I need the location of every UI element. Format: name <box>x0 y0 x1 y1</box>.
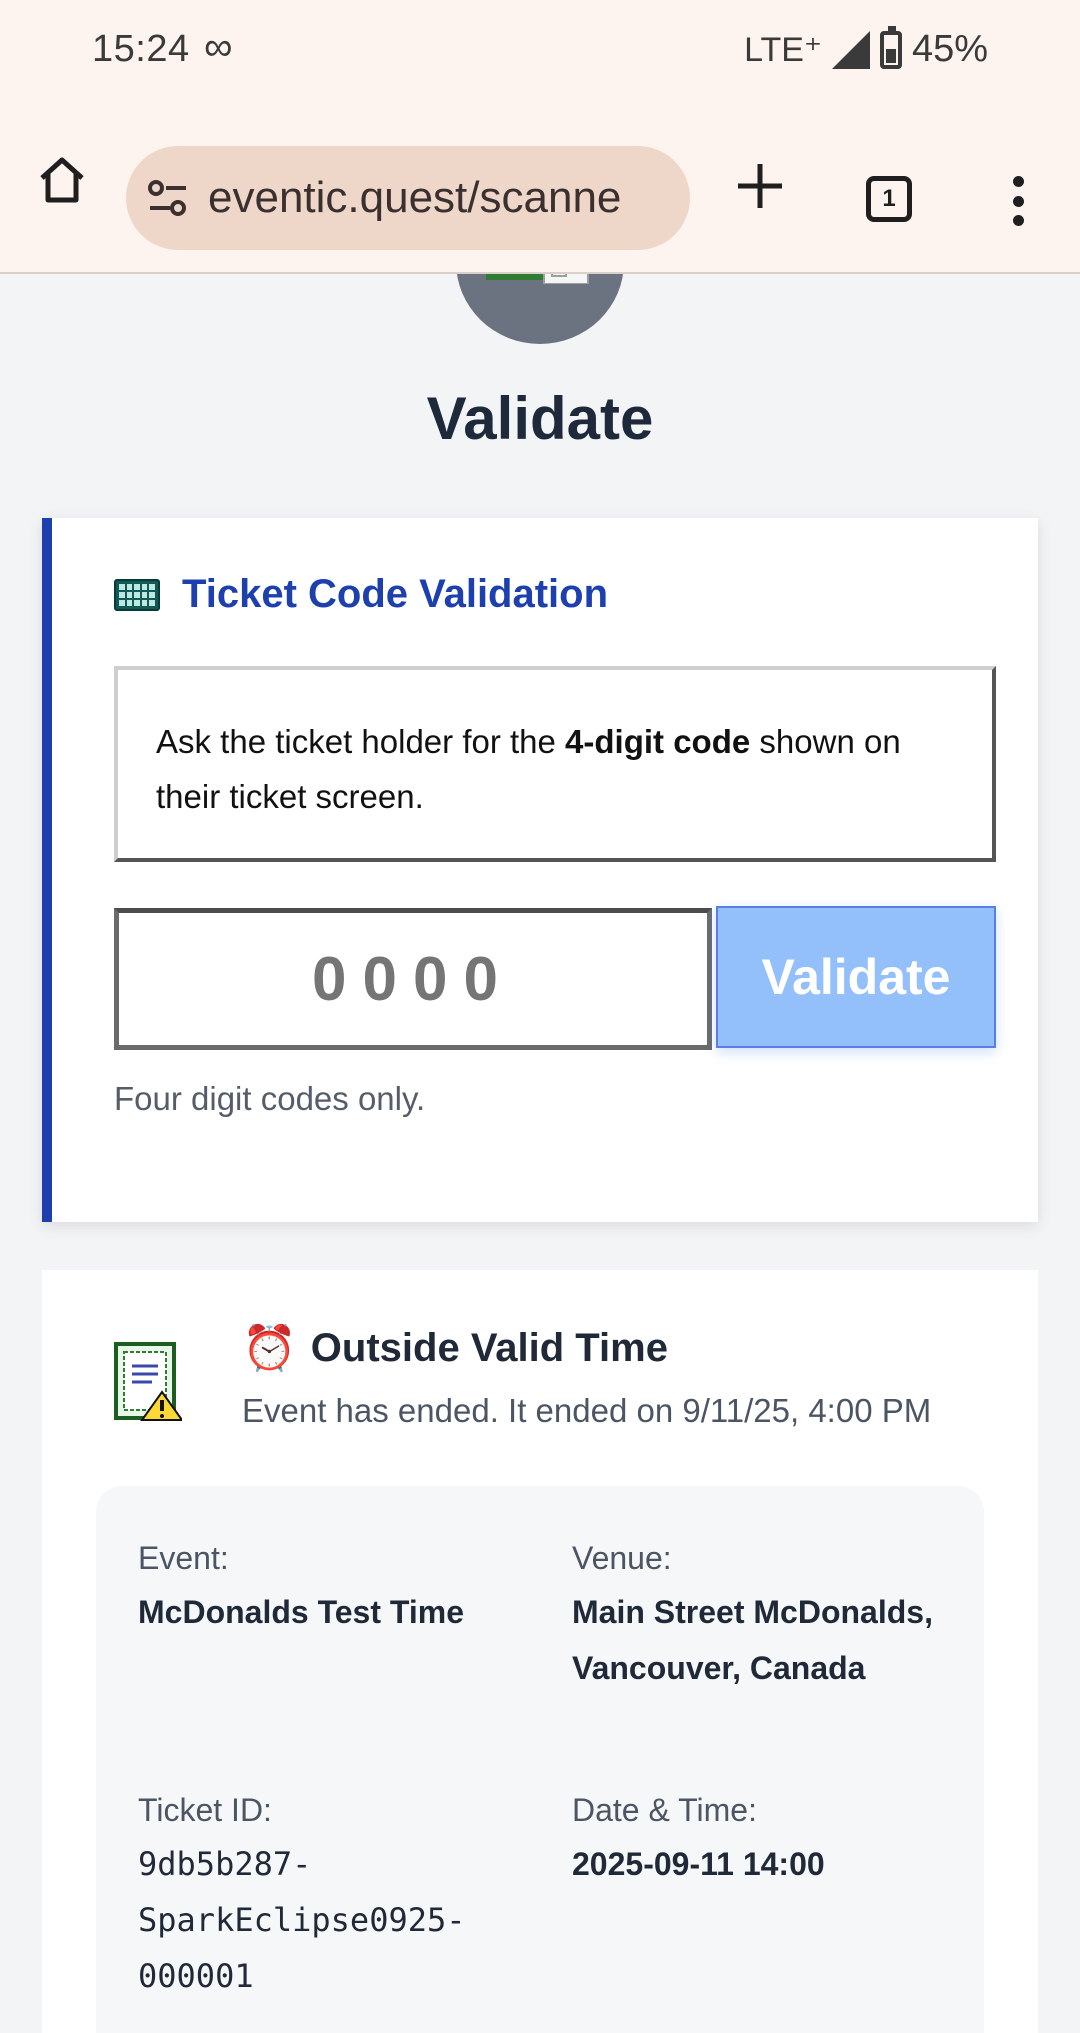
ticket-id-line-2: SparkEclipse0925- <box>138 1901 466 1939</box>
ticket-details-panel: Event: McDonalds Test Time Venue: Main S… <box>96 1486 984 2033</box>
venue-value: Main Street McDonalds, Vancouver, Canada <box>572 1594 933 1686</box>
ticket-code-input[interactable] <box>114 908 712 1050</box>
card-title-text: Ticket Code Validation <box>182 572 609 616</box>
validation-result-card: ⏰ Outside Valid Time Event has ended. It… <box>42 1270 1038 2033</box>
battery-level: 45% <box>911 28 988 70</box>
date-time-value: 2025-09-11 14:00 <box>572 1846 825 1882</box>
alarm-clock-icon: ⏰ <box>242 1324 297 1373</box>
instruction-text: Ask the ticket holder for the <box>156 723 566 760</box>
event-value: McDonalds Test Time <box>138 1594 464 1630</box>
tab-switcher-icon[interactable]: 1 <box>866 176 912 222</box>
ticket-id-value: 9db5b287- SparkEclipse0925- 000001 <box>138 1836 466 2004</box>
card-title: Ticket Code Validation <box>114 572 608 617</box>
keypad-icon <box>114 578 160 611</box>
venue-label: Venue: <box>572 1540 672 1576</box>
add-tab-icon[interactable] <box>734 160 786 212</box>
status-title: ⏰ Outside Valid Time <box>242 1322 668 1374</box>
battery-icon <box>879 25 902 69</box>
input-hint: Four digit codes only. <box>114 1080 426 1117</box>
date-time-label: Date & Time: <box>572 1792 757 1828</box>
page-title: Validate <box>426 385 654 452</box>
home-button[interactable] <box>36 154 92 210</box>
ticket-id-line-3: 000001 <box>138 1957 254 1995</box>
status-indicators: LTE⁺ 45% <box>744 25 988 71</box>
infinity-icon: ∞ <box>204 25 233 69</box>
url-value: eventic.quest/scanne <box>208 173 622 222</box>
status-bar: 15:24 ∞ LTE⁺ 45% <box>0 0 1080 100</box>
tune-icon[interactable] <box>146 176 190 220</box>
instruction-emphasis: 4-digit code <box>565 723 751 760</box>
status-title-text: Outside Valid Time <box>310 1325 668 1370</box>
signal-icon <box>831 30 870 69</box>
ticket-validation-card: Ticket Code Validation Ask the ticket ho… <box>42 518 1038 1222</box>
status-description: Event has ended. It ended on 9/11/25, 4:… <box>242 1392 932 1429</box>
status-time: 15:24 <box>92 28 190 70</box>
validate-button[interactable]: Validate <box>716 906 996 1048</box>
certificate-warning-icon <box>112 1342 184 1422</box>
event-label: Event: <box>138 1540 229 1576</box>
instruction-box: Ask the ticket holder for the 4-digit co… <box>114 666 996 862</box>
ticket-id-label: Ticket ID: <box>138 1792 272 1828</box>
overflow-menu-icon[interactable] <box>1006 176 1030 226</box>
url-field[interactable]: eventic.quest/scanne <box>126 146 690 250</box>
network-type: LTE⁺ <box>744 30 822 69</box>
ticket-id-line-1: 9db5b287- <box>138 1845 312 1883</box>
